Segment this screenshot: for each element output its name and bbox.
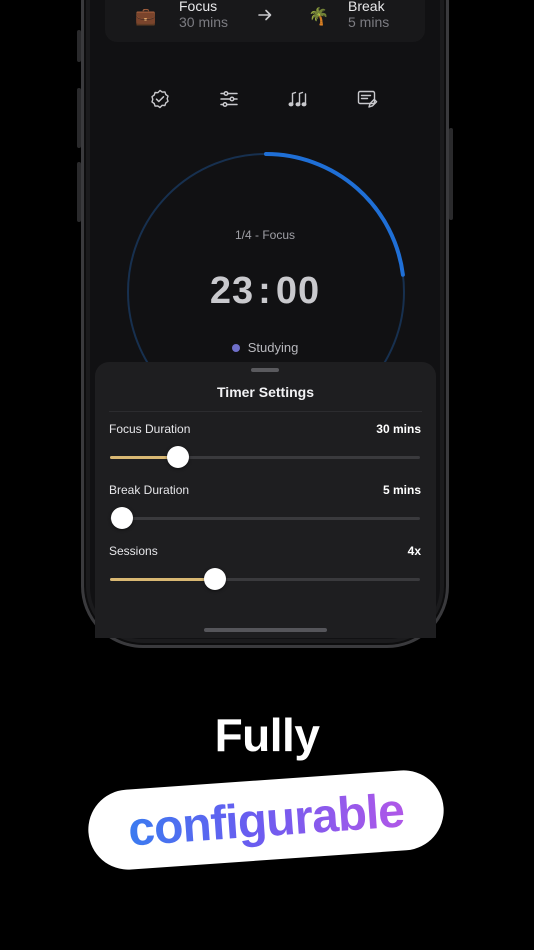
- edit-note-icon[interactable]: [356, 88, 378, 110]
- tag-chip[interactable]: Studying: [165, 340, 365, 355]
- break-duration-slider[interactable]: [110, 507, 420, 529]
- power-button: [449, 128, 453, 220]
- focus-block: 💼 Focus 30 mins: [135, 0, 228, 30]
- headline-pill: configurable: [85, 767, 447, 873]
- music-notes-icon[interactable]: [287, 88, 309, 110]
- break-block: 🌴 Break 5 mins: [308, 0, 389, 30]
- break-title: Break: [348, 0, 385, 14]
- break-duration: 5 mins: [348, 14, 390, 30]
- sheet-divider: [109, 411, 422, 412]
- timer-minutes: 23: [209, 270, 255, 312]
- home-indicator: [204, 628, 327, 632]
- focus-duration-value: 30 mins: [376, 422, 421, 436]
- sessions-value: 4x: [407, 544, 421, 558]
- timer-display: 23:00: [209, 270, 321, 312]
- verified-badge-icon[interactable]: [149, 88, 171, 110]
- sliders-icon[interactable]: [218, 88, 240, 110]
- palm-tree-icon: 🌴: [308, 7, 330, 26]
- timer-settings-sheet: Timer Settings Focus Duration 30 mins Br…: [95, 362, 436, 638]
- sheet-title: Timer Settings: [217, 384, 314, 400]
- timer-seconds: 00: [275, 270, 321, 312]
- sheet-drag-handle[interactable]: [251, 368, 279, 372]
- focus-duration-slider[interactable]: [110, 446, 420, 468]
- slider-thumb[interactable]: [167, 446, 190, 468]
- timer-ring-progress: [264, 152, 405, 277]
- briefcase-icon: 💼: [135, 7, 157, 26]
- arrow-right-icon: [258, 9, 272, 21]
- tag-color-dot: [231, 343, 240, 352]
- focus-duration: 30 mins: [179, 14, 229, 30]
- focus-duration-label: Focus Duration: [109, 422, 191, 436]
- sessions-label: Sessions: [109, 544, 158, 558]
- headline-line1: Fully: [214, 709, 320, 761]
- focus-title: Focus: [179, 0, 218, 14]
- slider-fill: [110, 578, 216, 581]
- headline-line2: configurable: [126, 783, 406, 857]
- session-label: 1/4 - Focus: [234, 228, 296, 242]
- slider-thumb[interactable]: [111, 507, 133, 529]
- sessions-slider[interactable]: [110, 568, 420, 590]
- break-duration-value: 5 mins: [382, 483, 421, 497]
- tag-label: Studying: [247, 340, 299, 355]
- slider-thumb[interactable]: [204, 568, 227, 590]
- break-duration-label: Break Duration: [109, 483, 190, 497]
